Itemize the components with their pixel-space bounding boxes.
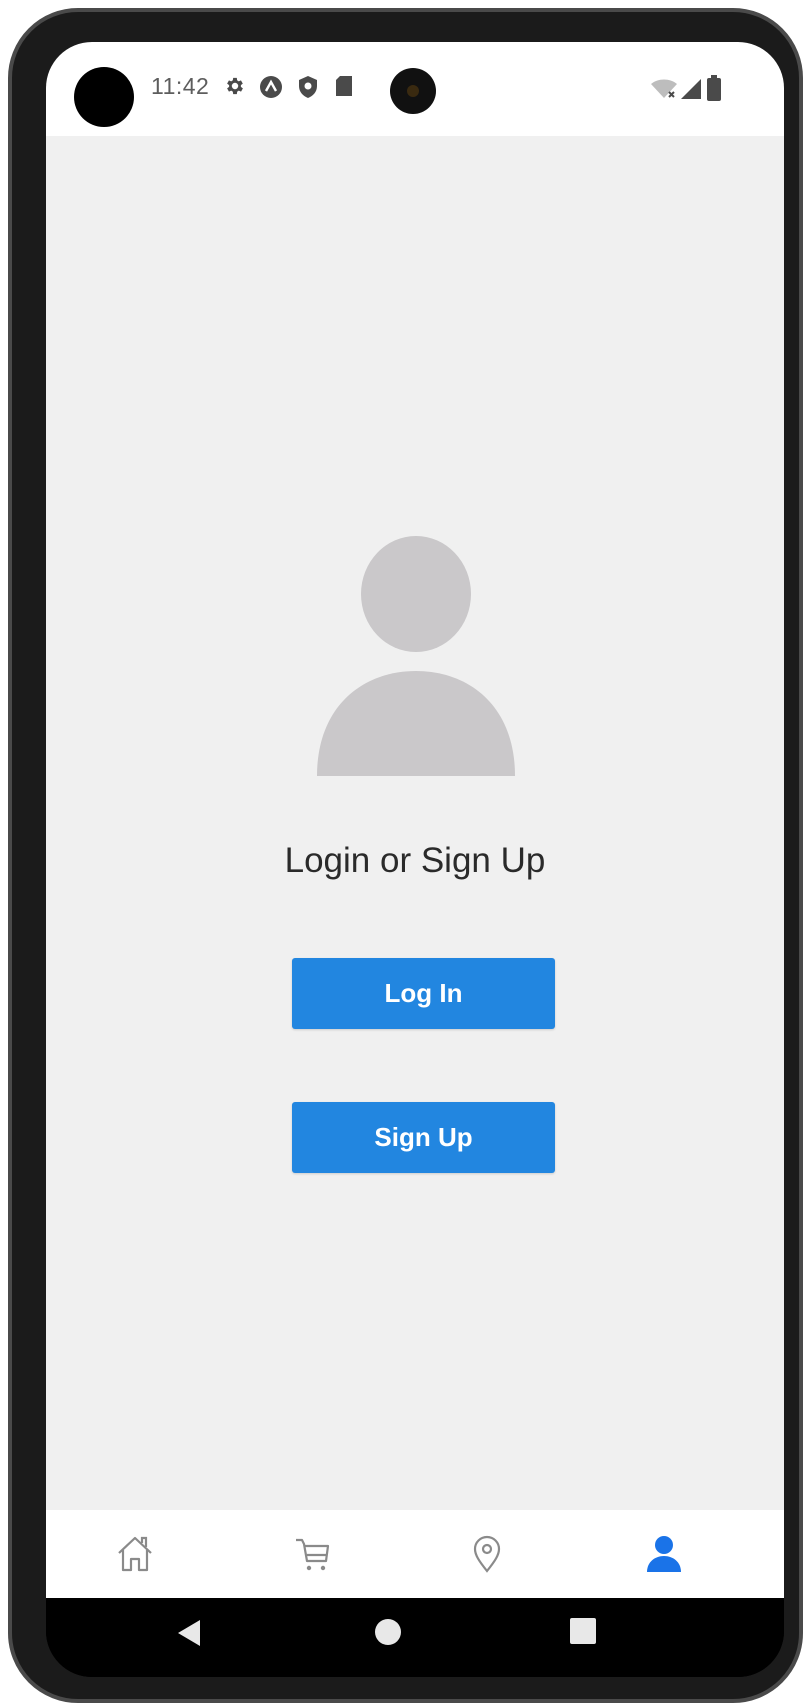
tab-home[interactable]: [75, 1510, 195, 1598]
system-nav-bar: [46, 1598, 784, 1677]
device-frame: 11:42 Login or Sign Up Log In Sign Up: [8, 8, 803, 1703]
wifi-icon: [651, 79, 677, 98]
home-circle-icon[interactable]: [374, 1618, 402, 1646]
person-icon: [647, 1536, 681, 1572]
battery-icon: [707, 75, 721, 101]
settings-icon: [227, 77, 243, 95]
front-camera: [390, 68, 436, 114]
tab-location[interactable]: [427, 1510, 547, 1598]
punch-hole-cutout: [74, 67, 134, 127]
cart-icon: [296, 1538, 330, 1571]
recents-icon[interactable]: [570, 1618, 596, 1644]
location-pin-icon: [473, 1535, 501, 1573]
status-time: 11:42: [151, 73, 210, 99]
signup-button[interactable]: Sign Up: [292, 1102, 555, 1173]
tab-profile[interactable]: [604, 1510, 724, 1598]
device-screen: 11:42 Login or Sign Up Log In Sign Up: [46, 42, 784, 1677]
status-bar: 11:42: [46, 42, 784, 136]
app-notification-icon: [260, 76, 282, 98]
bottom-tab-bar: [46, 1510, 784, 1598]
signal-icon: [681, 79, 701, 99]
login-button[interactable]: Log In: [292, 958, 555, 1029]
shield-icon: [299, 76, 317, 98]
login-signup-heading: Login or Sign Up: [284, 841, 546, 880]
tab-cart[interactable]: [252, 1510, 372, 1598]
back-icon[interactable]: [176, 1618, 202, 1648]
profile-screen: Login or Sign Up Log In Sign Up: [46, 136, 784, 1510]
sd-card-icon: [336, 76, 352, 96]
home-icon: [118, 1536, 152, 1572]
user-placeholder-icon: [317, 536, 515, 776]
